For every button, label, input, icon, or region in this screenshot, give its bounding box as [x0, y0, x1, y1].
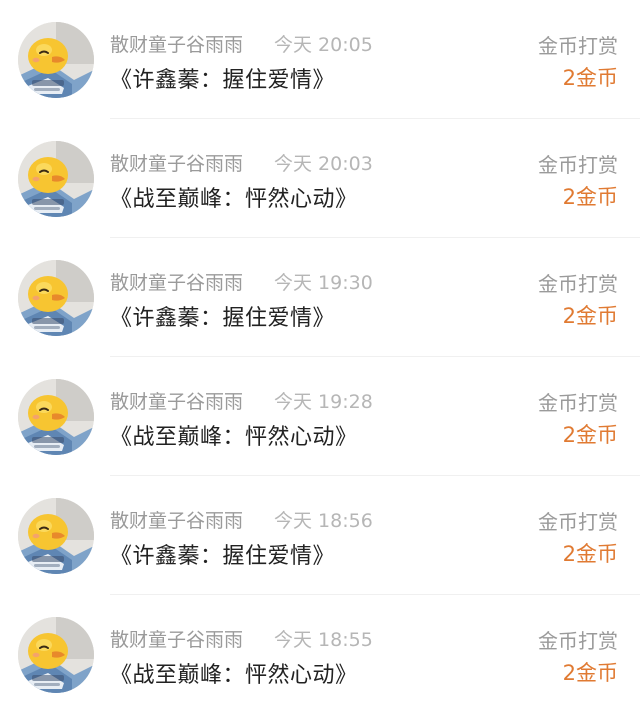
reward-amount: 2金币	[562, 185, 618, 209]
record-time: 今天 19:28	[274, 391, 373, 413]
record-time: 今天 20:03	[274, 153, 373, 175]
reward-type-label: 金币打赏	[538, 272, 618, 296]
record-time: 今天 18:55	[274, 629, 373, 651]
duck-avatar-icon	[18, 22, 94, 98]
reward-record-list: 散财童子谷雨雨 今天 20:05 《许鑫蓁：握住爱情》 金币打赏 2金币 散财童…	[0, 0, 640, 710]
sender-username[interactable]: 散财童子谷雨雨	[110, 268, 243, 295]
record-time: 今天 18:56	[274, 510, 373, 532]
duck-avatar-icon	[18, 260, 94, 336]
work-title[interactable]: 《战至巅峰：怦然心动》	[110, 657, 358, 689]
work-title[interactable]: 《战至巅峰：怦然心动》	[110, 181, 358, 213]
reward-record-row[interactable]: 散财童子谷雨雨 今天 18:56 《许鑫蓁：握住爱情》 金币打赏 2金币	[0, 476, 640, 595]
reward-type-label: 金币打赏	[538, 510, 618, 534]
user-avatar[interactable]	[18, 22, 94, 98]
duck-avatar-icon	[18, 141, 94, 217]
reward-type-label: 金币打赏	[538, 629, 618, 653]
reward-type-label: 金币打赏	[538, 391, 618, 415]
reward-record-row[interactable]: 散财童子谷雨雨 今天 20:03 《战至巅峰：怦然心动》 金币打赏 2金币	[0, 119, 640, 238]
work-title[interactable]: 《许鑫蓁：握住爱情》	[110, 538, 335, 570]
user-avatar[interactable]	[18, 498, 94, 574]
user-avatar[interactable]	[18, 260, 94, 336]
record-time: 今天 19:30	[274, 272, 373, 294]
reward-amount: 2金币	[562, 66, 618, 90]
reward-type-label: 金币打赏	[538, 34, 618, 58]
reward-amount: 2金币	[562, 423, 618, 447]
duck-avatar-icon	[18, 617, 94, 693]
sender-username[interactable]: 散财童子谷雨雨	[110, 625, 243, 652]
work-title[interactable]: 《战至巅峰：怦然心动》	[110, 419, 358, 451]
reward-record-row[interactable]: 散财童子谷雨雨 今天 19:28 《战至巅峰：怦然心动》 金币打赏 2金币	[0, 357, 640, 476]
reward-amount: 2金币	[562, 304, 618, 328]
reward-amount: 2金币	[562, 661, 618, 685]
reward-record-row[interactable]: 散财童子谷雨雨 今天 18:55 《战至巅峰：怦然心动》 金币打赏 2金币	[0, 595, 640, 710]
reward-type-label: 金币打赏	[538, 153, 618, 177]
user-avatar[interactable]	[18, 379, 94, 455]
reward-record-row[interactable]: 散财童子谷雨雨 今天 20:05 《许鑫蓁：握住爱情》 金币打赏 2金币	[0, 0, 640, 119]
sender-username[interactable]: 散财童子谷雨雨	[110, 30, 243, 57]
reward-record-row[interactable]: 散财童子谷雨雨 今天 19:30 《许鑫蓁：握住爱情》 金币打赏 2金币	[0, 238, 640, 357]
sender-username[interactable]: 散财童子谷雨雨	[110, 506, 243, 533]
work-title[interactable]: 《许鑫蓁：握住爱情》	[110, 300, 335, 332]
sender-username[interactable]: 散财童子谷雨雨	[110, 387, 243, 414]
user-avatar[interactable]	[18, 141, 94, 217]
duck-avatar-icon	[18, 379, 94, 455]
record-time: 今天 20:05	[274, 34, 373, 56]
user-avatar[interactable]	[18, 617, 94, 693]
sender-username[interactable]: 散财童子谷雨雨	[110, 149, 243, 176]
work-title[interactable]: 《许鑫蓁：握住爱情》	[110, 62, 335, 94]
reward-amount: 2金币	[562, 542, 618, 566]
duck-avatar-icon	[18, 498, 94, 574]
